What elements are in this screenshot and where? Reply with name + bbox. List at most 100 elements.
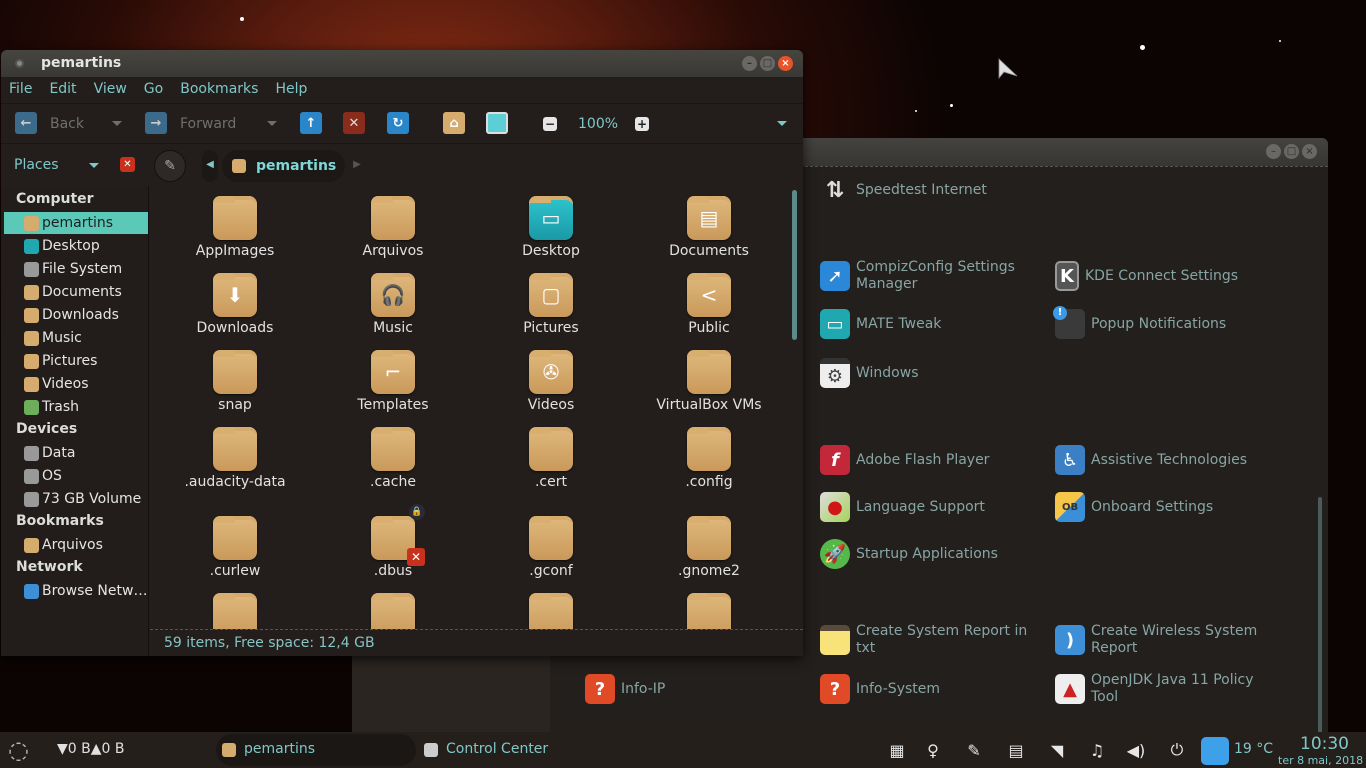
computer-icon[interactable] xyxy=(486,112,508,134)
forward-history-dropdown[interactable] xyxy=(267,121,277,126)
maximize-button[interactable]: □ xyxy=(1284,144,1299,159)
cc-item-windows[interactable]: ⚙ Windows xyxy=(820,358,919,388)
file-item[interactable]: .gconf xyxy=(472,516,630,579)
cc-item-info-system[interactable]: ? Info-System xyxy=(820,674,940,704)
sidebar-item[interactable]: Videos xyxy=(4,373,148,395)
reload-icon[interactable]: ↻ xyxy=(387,112,409,134)
file-item[interactable]: 🎧 Music xyxy=(314,273,472,336)
file-item[interactable] xyxy=(630,593,788,629)
sidebar-item[interactable]: Downloads xyxy=(4,304,148,326)
cc-item-flash[interactable]: f Adobe Flash Player xyxy=(820,445,989,475)
file-item[interactable]: snap xyxy=(156,350,314,413)
cc-item-onboard[interactable]: OB Onboard Settings xyxy=(1055,492,1213,522)
sidebar-item[interactable]: Trash xyxy=(4,396,148,418)
zoom-out-icon[interactable]: − xyxy=(543,117,557,131)
cc-item-language[interactable]: ● Language Support xyxy=(820,492,985,522)
close-button[interactable]: × xyxy=(1302,144,1317,159)
home-folder-icon[interactable]: ⌂ xyxy=(443,112,465,134)
sidebar-item[interactable]: Documents xyxy=(4,281,148,303)
file-item[interactable] xyxy=(314,593,472,629)
maximize-button[interactable]: □ xyxy=(760,56,775,71)
forward-arrow-icon[interactable]: → xyxy=(145,112,167,134)
file-item[interactable] xyxy=(156,593,314,629)
back-button[interactable]: Back xyxy=(50,116,84,132)
edit-location-button[interactable]: ✎ xyxy=(154,150,186,182)
power-icon[interactable]: ⏻ xyxy=(1167,740,1187,760)
menu-edit[interactable]: Edit xyxy=(49,77,84,103)
sidebar-item[interactable]: pemartins xyxy=(4,212,148,234)
file-item[interactable]: .config xyxy=(630,427,788,490)
file-item[interactable] xyxy=(472,593,630,629)
cc-item-speedtest[interactable]: ⇅ Speedtest Internet xyxy=(820,175,987,205)
zoom-in-icon[interactable]: + xyxy=(635,117,649,131)
cc-item-startup[interactable]: 🚀 Startup Applications xyxy=(820,539,998,569)
places-dropdown-icon[interactable] xyxy=(89,163,99,168)
cc-item-popup-notifications[interactable]: ! Popup Notifications xyxy=(1053,306,1226,339)
cc-item-wireless-report[interactable]: ) Create Wireless System Report xyxy=(1055,623,1265,657)
clipboard-paperclip-icon[interactable]: ✎ xyxy=(964,740,984,760)
sidebar-item[interactable]: Desktop xyxy=(4,235,148,257)
forward-button[interactable]: Forward xyxy=(180,116,236,132)
file-item[interactable]: ⌐ Templates xyxy=(314,350,472,413)
breadcrumb-left-button[interactable]: ◀ xyxy=(202,150,218,182)
file-item[interactable]: ▢ Pictures xyxy=(472,273,630,336)
menu-bookmarks[interactable]: Bookmarks xyxy=(180,77,266,103)
clock-date[interactable]: ter 8 mai, 2018 xyxy=(1278,754,1363,767)
file-item[interactable]: VirtualBox VMs xyxy=(630,350,788,413)
close-button[interactable]: × xyxy=(778,56,793,71)
file-item[interactable]: ▤ Documents xyxy=(630,196,788,259)
file-item[interactable]: < Public xyxy=(630,273,788,336)
sidebar-item[interactable]: Data xyxy=(4,442,148,464)
control-center-scrollbar[interactable] xyxy=(1318,497,1322,757)
file-item[interactable]: AppImages xyxy=(156,196,314,259)
wifi-locked-icon[interactable]: ◥ xyxy=(1047,740,1067,760)
sidebar-item[interactable]: Arquivos xyxy=(4,534,148,556)
menu-help[interactable]: Help xyxy=(275,77,315,103)
file-item[interactable]: .cache xyxy=(314,427,472,490)
sidebar-item[interactable]: Browse Netw… xyxy=(4,580,148,602)
sidebar-item[interactable]: 73 GB Volume xyxy=(4,488,148,510)
back-history-dropdown[interactable] xyxy=(112,121,122,126)
menu-file[interactable]: File xyxy=(9,77,40,103)
sidebar-item[interactable]: OS xyxy=(4,465,148,487)
system-monitor-icon[interactable]: ▦ xyxy=(887,740,907,760)
task-control-center[interactable]: Control Center xyxy=(424,734,584,766)
toolbar-overflow-icon[interactable] xyxy=(777,121,787,126)
notification-bell-icon[interactable]: ♫ xyxy=(1087,740,1107,760)
up-arrow-icon[interactable]: ↑ xyxy=(300,112,322,134)
cc-item-kde-connect[interactable]: K KDE Connect Settings xyxy=(1055,259,1238,293)
task-pemartins[interactable]: pemartins xyxy=(216,734,416,766)
file-manager-titlebar[interactable]: pemartins – □ × xyxy=(1,50,803,77)
back-arrow-icon[interactable]: ← xyxy=(15,112,37,134)
lightbulb-icon[interactable]: ♀ xyxy=(923,740,943,760)
weather-cloud-icon[interactable] xyxy=(1201,737,1229,765)
close-sidebar-icon[interactable]: ✕ xyxy=(120,157,135,172)
menu-view[interactable]: View xyxy=(94,77,135,103)
ubuntu-logo-icon[interactable]: ◌ xyxy=(8,736,29,764)
breadcrumb-right-button[interactable]: ▶ xyxy=(349,150,365,182)
file-item[interactable]: ▭ Desktop xyxy=(472,196,630,259)
notes-icon[interactable]: ▤ xyxy=(1006,740,1026,760)
weather-temp[interactable]: 19 °C xyxy=(1234,741,1273,757)
window-menu-icon[interactable] xyxy=(15,59,24,68)
file-item[interactable]: ⬇ Downloads xyxy=(156,273,314,336)
file-item[interactable]: ✇ Videos xyxy=(472,350,630,413)
cc-item-assistive[interactable]: ♿ Assistive Technologies xyxy=(1055,445,1247,475)
file-item[interactable]: .curlew xyxy=(156,516,314,579)
file-grid-scrollbar[interactable] xyxy=(792,190,797,340)
minimize-button[interactable]: – xyxy=(1266,144,1281,159)
cc-item-openjdk-policy[interactable]: ▲ OpenJDK Java 11 Policy Tool xyxy=(1055,672,1265,706)
sidebar-item[interactable]: Pictures xyxy=(4,350,148,372)
menu-go[interactable]: Go xyxy=(144,77,171,103)
minimize-button[interactable]: – xyxy=(742,56,757,71)
stop-icon[interactable]: ✕ xyxy=(343,112,365,134)
cc-item-compiz[interactable]: ➚ CompizConfig Settings Manager xyxy=(820,259,1030,293)
sidebar-item[interactable]: File System xyxy=(4,258,148,280)
file-item[interactable]: Arquivos xyxy=(314,196,472,259)
cc-item-info-ip[interactable]: ? Info-IP xyxy=(585,674,665,704)
volume-icon[interactable]: ◀) xyxy=(1126,740,1146,760)
file-item[interactable]: 🔒 ✕ .dbus xyxy=(314,504,472,579)
file-item[interactable]: .cert xyxy=(472,427,630,490)
cc-item-mate-tweak[interactable]: ▭ MATE Tweak xyxy=(820,309,941,339)
breadcrumb-pemartins[interactable]: pemartins xyxy=(222,150,345,182)
